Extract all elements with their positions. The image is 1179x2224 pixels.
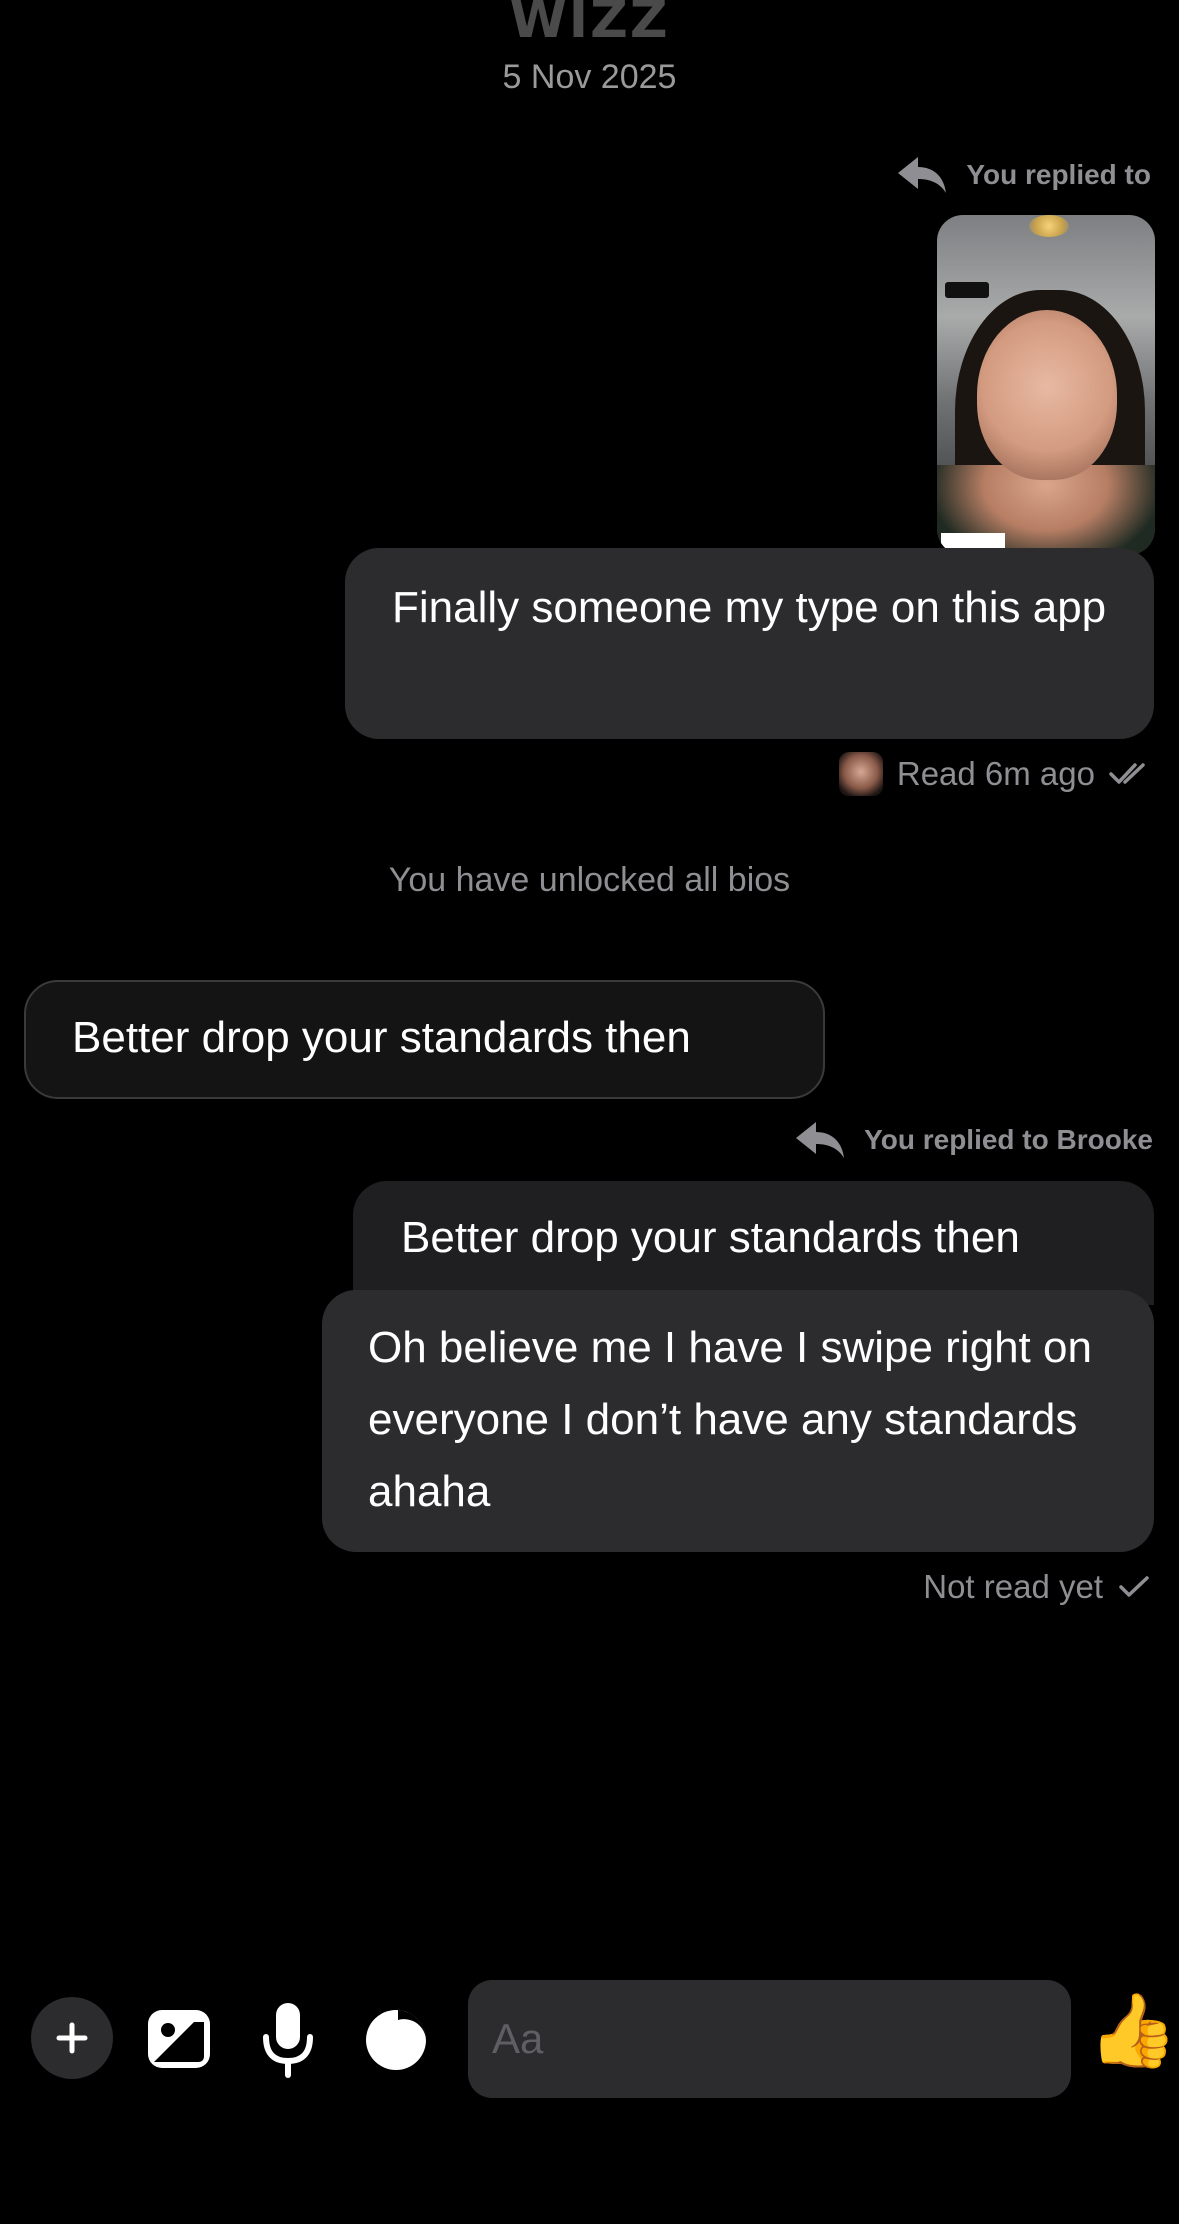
message-input[interactable]: Aa bbox=[468, 1980, 1071, 2098]
replied-to-label: You replied to bbox=[896, 155, 1151, 195]
message-text: Better drop your standards then bbox=[72, 1013, 691, 1062]
delivery-status: Not read yet bbox=[923, 1568, 1151, 1606]
system-notice: You have unlocked all bios bbox=[388, 861, 791, 899]
double-check-icon bbox=[1109, 763, 1145, 784]
message-text: Finally someone my type on this app bbox=[392, 583, 1107, 632]
replied-to-text: You replied to bbox=[966, 159, 1151, 190]
delivery-status-text: Not read yet bbox=[923, 1568, 1103, 1605]
message-text: Oh believe me I have I swipe right on ev… bbox=[368, 1323, 1092, 1516]
message-input-placeholder: Aa bbox=[492, 2015, 544, 2062]
conversation-date: 5 Nov 2025 bbox=[502, 58, 677, 96]
quoted-message[interactable]: Better drop your standards then bbox=[353, 1181, 1154, 1305]
check-icon bbox=[1119, 1576, 1149, 1597]
night-mode-button[interactable] bbox=[363, 2007, 429, 2073]
thumbs-up-button[interactable]: 👍 bbox=[1088, 1995, 1178, 2067]
moon-icon bbox=[366, 2010, 427, 2070]
replied-to-text: You replied to Brooke bbox=[864, 1124, 1153, 1155]
replied-story-thumbnail[interactable] bbox=[937, 215, 1155, 555]
read-status-text: Read 6m ago bbox=[896, 755, 1095, 792]
voice-message-button[interactable] bbox=[258, 2001, 318, 2081]
reply-arrow-icon bbox=[898, 157, 947, 193]
ceiling-light bbox=[1029, 215, 1069, 237]
app-logo: WIZZ bbox=[509, 0, 670, 50]
read-status: Read 6m ago bbox=[838, 752, 1151, 796]
recipient-avatar bbox=[838, 752, 883, 796]
add-attachment-button[interactable] bbox=[31, 1997, 113, 2079]
plus-icon bbox=[56, 2022, 88, 2054]
quoted-text: Better drop your standards then bbox=[401, 1213, 1020, 1262]
outgoing-message-bubble[interactable]: Oh believe me I have I swipe right on ev… bbox=[322, 1290, 1154, 1552]
story-photo-face bbox=[977, 310, 1117, 480]
incoming-message-bubble[interactable]: Better drop your standards then bbox=[24, 980, 825, 1099]
thumbs-up-icon: 👍 bbox=[1088, 1991, 1178, 2071]
image-icon bbox=[148, 2010, 210, 2068]
story-tag bbox=[945, 282, 989, 298]
outgoing-message-bubble[interactable]: Finally someone my type on this app bbox=[345, 548, 1154, 739]
gallery-button[interactable] bbox=[145, 2007, 213, 2071]
microphone-icon bbox=[263, 2003, 313, 2078]
replied-to-brooke-label: You replied to Brooke bbox=[794, 1120, 1153, 1160]
reply-arrow-icon bbox=[796, 1122, 845, 1158]
